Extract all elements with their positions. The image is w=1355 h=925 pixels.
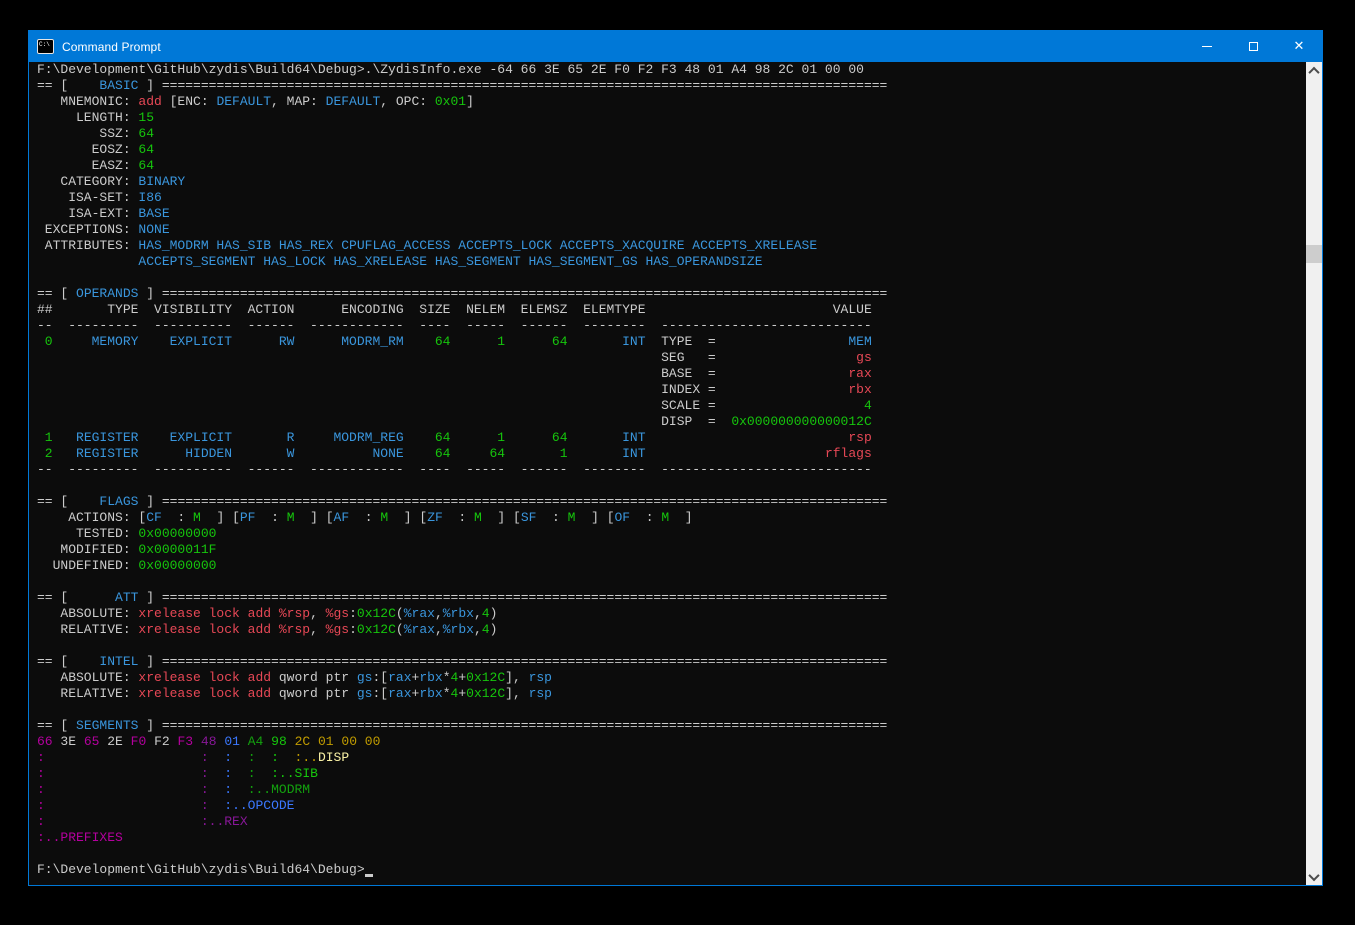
window-controls: ✕ [1184, 31, 1322, 62]
console-line [37, 702, 1306, 718]
console-line: F:\Development\GitHub\zydis\Build64\Debu… [37, 862, 1306, 878]
cmd-app-icon-text: C:\ [39, 41, 50, 49]
console-line: LENGTH: 15 [37, 110, 1306, 126]
console-line: : : : :..MODRM [37, 782, 1306, 798]
console-line: ISA-EXT: BASE [37, 206, 1306, 222]
console-line: :..PREFIXES [37, 830, 1306, 846]
console-body: F:\Development\GitHub\zydis\Build64\Debu… [29, 62, 1322, 885]
console-line: EOSZ: 64 [37, 142, 1306, 158]
desktop-background: { "window": { "title": "Command Prompt",… [0, 0, 1355, 925]
console-line: 2 REGISTER HIDDEN W NONE 64 64 1 INT rfl… [37, 446, 1306, 462]
console-line: ## TYPE VISIBILITY ACTION ENCODING SIZE … [37, 302, 1306, 318]
minimize-button[interactable] [1184, 31, 1230, 62]
text-cursor [365, 863, 373, 877]
console-line: UNDEFINED: 0x00000000 [37, 558, 1306, 574]
scrollbar[interactable] [1306, 62, 1322, 885]
console-line [37, 846, 1306, 862]
titlebar[interactable]: C:\ Command Prompt ✕ [29, 31, 1322, 62]
console-line: EXCEPTIONS: NONE [37, 222, 1306, 238]
console-line: ACTIONS: [CF : M ] [PF : M ] [AF : M ] [… [37, 510, 1306, 526]
console-line: ATTRIBUTES: HAS_MODRM HAS_SIB HAS_REX CP… [37, 238, 1306, 254]
chevron-up-icon [1308, 66, 1319, 77]
console-line: == [ BASIC ] ===========================… [37, 78, 1306, 94]
console-line: SSZ: 64 [37, 126, 1306, 142]
console-line: EASZ: 64 [37, 158, 1306, 174]
console-line: DISP = 0x000000000000012C [37, 414, 1306, 430]
console-line: RELATIVE: xrelease lock add %rsp, %gs:0x… [37, 622, 1306, 638]
scrollbar-up-button[interactable] [1306, 62, 1322, 79]
console-line: : :..REX [37, 814, 1306, 830]
console-line: : : : : : :..DISP [37, 750, 1306, 766]
maximize-icon [1249, 42, 1258, 51]
console-line: -- --------- ---------- ------ ---------… [37, 318, 1306, 334]
console-line: CATEGORY: BINARY [37, 174, 1306, 190]
scrollbar-down-button[interactable] [1306, 868, 1322, 885]
cmd-app-icon: C:\ [37, 39, 54, 54]
window-title: Command Prompt [62, 40, 161, 54]
console-line: == [ INTEL ] ===========================… [37, 654, 1306, 670]
console-line: SEG = gs [37, 350, 1306, 366]
maximize-button[interactable] [1230, 31, 1276, 62]
console-line [37, 574, 1306, 590]
console-line: MODIFIED: 0x0000011F [37, 542, 1306, 558]
console-line: RELATIVE: xrelease lock add qword ptr gs… [37, 686, 1306, 702]
close-button[interactable]: ✕ [1276, 31, 1322, 62]
console-line: ABSOLUTE: xrelease lock add %rsp, %gs:0x… [37, 606, 1306, 622]
console-line: == [ FLAGS ] ===========================… [37, 494, 1306, 510]
console-line: ISA-SET: I86 [37, 190, 1306, 206]
console-line: ACCEPTS_SEGMENT HAS_LOCK HAS_XRELEASE HA… [37, 254, 1306, 270]
chevron-down-icon [1308, 869, 1319, 880]
console-line: -- --------- ---------- ------ ---------… [37, 462, 1306, 478]
console-line [37, 478, 1306, 494]
console-line [37, 638, 1306, 654]
console-line: F:\Development\GitHub\zydis\Build64\Debu… [37, 62, 1306, 78]
minimize-icon [1202, 46, 1212, 47]
console-line: BASE = rax [37, 366, 1306, 382]
console-line: SCALE = 4 [37, 398, 1306, 414]
console-line: TESTED: 0x00000000 [37, 526, 1306, 542]
console-output[interactable]: F:\Development\GitHub\zydis\Build64\Debu… [29, 62, 1306, 885]
console-line: == [ OPERANDS ] ========================… [37, 286, 1306, 302]
console-line: == [ ATT ] =============================… [37, 590, 1306, 606]
command-prompt-window: C:\ Command Prompt ✕ F:\Development\GitH… [28, 30, 1323, 886]
console-line: 0 MEMORY EXPLICIT RW MODRM_RM 64 1 64 IN… [37, 334, 1306, 350]
console-line: 1 REGISTER EXPLICIT R MODRM_REG 64 1 64 … [37, 430, 1306, 446]
console-line [37, 270, 1306, 286]
console-line: == [ SEGMENTS ] ========================… [37, 718, 1306, 734]
console-line: ABSOLUTE: xrelease lock add qword ptr gs… [37, 670, 1306, 686]
close-icon: ✕ [1294, 40, 1305, 53]
scrollbar-thumb[interactable] [1306, 245, 1322, 263]
console-line: INDEX = rbx [37, 382, 1306, 398]
console-line: : : :..OPCODE [37, 798, 1306, 814]
console-line: 66 3E 65 2E F0 F2 F3 48 01 A4 98 2C 01 0… [37, 734, 1306, 750]
console-line: MNEMONIC: add [ENC: DEFAULT, MAP: DEFAUL… [37, 94, 1306, 110]
console-line: : : : : :..SIB [37, 766, 1306, 782]
